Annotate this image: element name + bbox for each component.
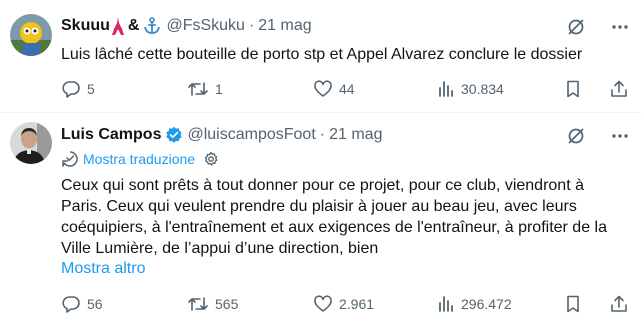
like-count: 2.961 <box>339 296 375 312</box>
views-chart-icon <box>437 294 461 314</box>
views-button[interactable]: 296.472 <box>437 294 512 314</box>
heart-icon <box>313 79 339 99</box>
show-translation-link[interactable]: Mostra traduzione <box>83 151 195 167</box>
like-button[interactable]: 44 <box>313 79 355 99</box>
show-more-link[interactable]: Mostra altro <box>61 260 145 278</box>
translate-icon[interactable] <box>61 150 79 168</box>
views-count: 30.834 <box>461 81 504 97</box>
tweet-text: Ceux qui sont prêts à tout donner pour c… <box>61 177 607 257</box>
action-bar: 56 565 2.961 296.472 <box>61 294 630 314</box>
repost-count: 565 <box>215 296 239 312</box>
grok-icon[interactable] <box>566 126 586 146</box>
heart-icon <box>313 294 339 314</box>
more-icon[interactable] <box>610 17 630 37</box>
reply-icon <box>61 294 87 314</box>
separator-dot: · <box>319 126 326 143</box>
repost-button[interactable]: 1 <box>187 79 223 99</box>
avatar[interactable] <box>10 14 52 56</box>
bookmark-icon <box>563 79 589 99</box>
reply-button[interactable]: 5 <box>61 79 95 99</box>
share-icon <box>609 294 635 314</box>
tweet-menu <box>566 16 630 38</box>
timestamp[interactable]: 21 mag <box>329 126 382 144</box>
reply-icon <box>61 79 87 99</box>
name-ampersand: & <box>127 17 140 34</box>
reply-count: 56 <box>87 296 103 312</box>
share-icon <box>609 79 635 99</box>
reply-count: 5 <box>87 81 95 97</box>
reply-button[interactable]: 56 <box>61 294 103 314</box>
display-name[interactable]: Skuuu <box>61 17 110 35</box>
tweet-menu <box>566 125 630 147</box>
handle[interactable]: @luiscamposFoot <box>187 126 315 144</box>
repost-button[interactable]: 565 <box>187 294 238 314</box>
repost-icon <box>187 79 215 99</box>
bookmark-button[interactable] <box>563 79 589 99</box>
anchor-emoji <box>143 17 161 35</box>
display-name[interactable]: Luis Campos <box>61 126 161 144</box>
repost-count: 1 <box>215 81 223 97</box>
like-count: 44 <box>339 81 355 97</box>
share-button[interactable] <box>609 79 635 99</box>
tweet-text: Luis lâché cette bouteille de porto stp … <box>61 46 583 63</box>
action-bar: 5 1 44 30.834 <box>61 79 630 99</box>
bookmark-button[interactable] <box>563 294 589 314</box>
handle[interactable]: @FsSkuku <box>166 17 244 35</box>
timestamp[interactable]: 21 mag <box>258 17 311 35</box>
share-button[interactable] <box>609 294 635 314</box>
tweet-header: Luis Campos @luiscamposFoot · 21 mag <box>61 124 382 146</box>
bookmark-icon <box>563 294 589 314</box>
views-chart-icon <box>437 79 461 99</box>
like-button[interactable]: 2.961 <box>313 294 374 314</box>
more-icon[interactable] <box>610 126 630 146</box>
tweet[interactable]: Luis Campos @luiscamposFoot · 21 mag Mos… <box>0 113 642 329</box>
tweet-header: Skuuu & @FsSkuku · 21 mag <box>61 15 312 37</box>
tweet[interactable]: Skuuu & @FsSkuku · 21 mag Luis lâché cet… <box>0 0 642 113</box>
grok-icon[interactable] <box>566 17 586 37</box>
repost-icon <box>187 294 215 314</box>
eiffel-tower-emoji <box>111 17 125 35</box>
separator-dot: · <box>248 17 255 34</box>
gear-icon[interactable] <box>203 151 219 167</box>
translate-row: Mostra traduzione <box>61 150 219 168</box>
views-count: 296.472 <box>461 296 512 312</box>
verified-badge-icon <box>165 126 183 144</box>
avatar[interactable] <box>10 122 52 164</box>
views-button[interactable]: 30.834 <box>437 79 504 99</box>
